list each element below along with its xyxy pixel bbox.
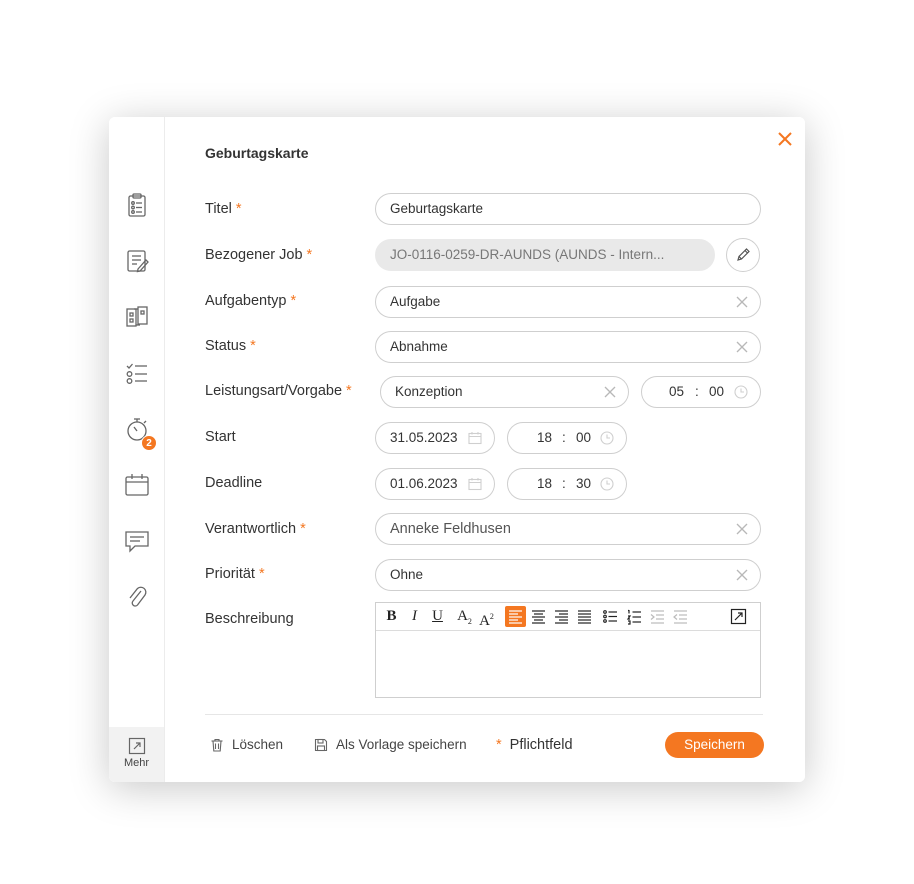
timer-badge: 2	[141, 435, 157, 451]
sidebar: 2 Mehr	[109, 117, 165, 782]
leistungsart-select[interactable]: Konzeption	[380, 376, 629, 408]
clock-icon	[734, 385, 748, 399]
editor-toolbar: B I U A2 A2	[376, 603, 760, 631]
deadline-date-input[interactable]: 01.06.2023	[375, 468, 495, 500]
label-prioritaet: Priorität *	[205, 566, 265, 582]
clear-icon	[736, 341, 748, 353]
label-titel: Titel *	[205, 201, 242, 217]
calendar-icon[interactable]	[123, 471, 151, 499]
deadline-time-input[interactable]: 18 : 30	[507, 468, 627, 500]
fullscreen-icon	[730, 608, 747, 625]
workflow-icon[interactable]	[123, 303, 151, 331]
fullscreen-button[interactable]	[728, 606, 749, 627]
comment-icon[interactable]	[123, 527, 151, 555]
clear-icon	[736, 296, 748, 308]
clipboard-list-icon[interactable]	[123, 191, 151, 219]
clock-icon	[600, 431, 614, 445]
bold-button[interactable]: B	[381, 606, 402, 627]
expand-icon	[128, 737, 146, 755]
label-verantwortlich: Verantwortlich *	[205, 521, 306, 537]
label-beschreibung: Beschreibung	[205, 611, 294, 627]
floppy-disk-icon	[314, 738, 328, 751]
italic-button[interactable]: I	[404, 606, 425, 627]
calendar-small-icon	[468, 478, 482, 491]
outdent-button[interactable]	[670, 606, 691, 627]
underline-button[interactable]: U	[427, 606, 448, 627]
align-right-icon	[555, 610, 568, 624]
verantwortlich-select[interactable]: Anneke Feldhusen	[375, 513, 761, 545]
titel-input[interactable]: Geburtagskarte	[375, 193, 761, 225]
clear-icon	[604, 386, 616, 398]
trash-icon	[211, 738, 223, 752]
indent-icon	[650, 610, 664, 624]
align-left-icon	[509, 610, 522, 624]
clear-icon	[736, 523, 748, 535]
leistungsart-time-input[interactable]: 05 : 00	[641, 376, 761, 408]
save-template-button[interactable]: Als Vorlage speichern	[314, 737, 467, 752]
description-editor: B I U A2 A2	[375, 602, 761, 698]
start-date-input[interactable]: 31.05.2023	[375, 422, 495, 454]
justify-button[interactable]	[574, 606, 595, 627]
bullet-list-icon	[603, 610, 617, 623]
job-field: JO-0116-0259-DR-AUNDS (AUNDS - Intern...	[375, 239, 715, 271]
numbered-list-icon	[626, 609, 641, 625]
more-button[interactable]: Mehr	[109, 727, 164, 782]
bullet-list-button[interactable]	[600, 606, 621, 627]
more-label: Mehr	[123, 757, 150, 769]
align-center-button[interactable]	[528, 606, 549, 627]
label-job: Bezogener Job *	[205, 247, 313, 263]
align-right-button[interactable]	[551, 606, 572, 627]
delete-button[interactable]: Löschen	[210, 737, 283, 752]
numbered-list-button[interactable]	[624, 606, 645, 627]
edit-job-button[interactable]	[726, 238, 760, 272]
align-center-icon	[532, 610, 545, 624]
required-field-note: * Pflichtfeld	[496, 737, 573, 753]
status-select[interactable]: Abnahme	[375, 331, 761, 363]
note-edit-icon[interactable]	[123, 247, 151, 275]
outdent-icon	[673, 610, 687, 624]
prioritaet-select[interactable]: Ohne	[375, 559, 761, 591]
label-deadline: Deadline	[205, 475, 263, 491]
label-leistungsart: Leistungsart/Vorgabe *	[205, 383, 352, 399]
footer-divider	[205, 714, 763, 715]
start-time-input[interactable]: 18 : 00	[507, 422, 627, 454]
label-aufgabentyp: Aufgabentyp *	[205, 293, 297, 309]
pencil-icon	[737, 248, 750, 261]
close-icon[interactable]	[776, 130, 794, 148]
aufgabentyp-select[interactable]: Aufgabe	[375, 286, 761, 318]
paperclip-icon[interactable]	[123, 583, 151, 611]
checklist-icon[interactable]	[123, 359, 151, 387]
calendar-small-icon	[468, 432, 482, 445]
justify-icon	[578, 610, 591, 624]
clear-icon	[736, 569, 748, 581]
label-start: Start	[205, 429, 236, 445]
dialog-title: Geburtagskarte	[205, 145, 309, 161]
superscript-button[interactable]: A2	[476, 606, 497, 629]
label-status: Status *	[205, 338, 256, 354]
clock-icon	[600, 477, 614, 491]
align-left-button[interactable]	[505, 606, 526, 627]
subscript-button[interactable]: A2	[454, 606, 475, 627]
indent-button[interactable]	[647, 606, 668, 627]
save-button[interactable]: Speichern	[665, 732, 764, 758]
